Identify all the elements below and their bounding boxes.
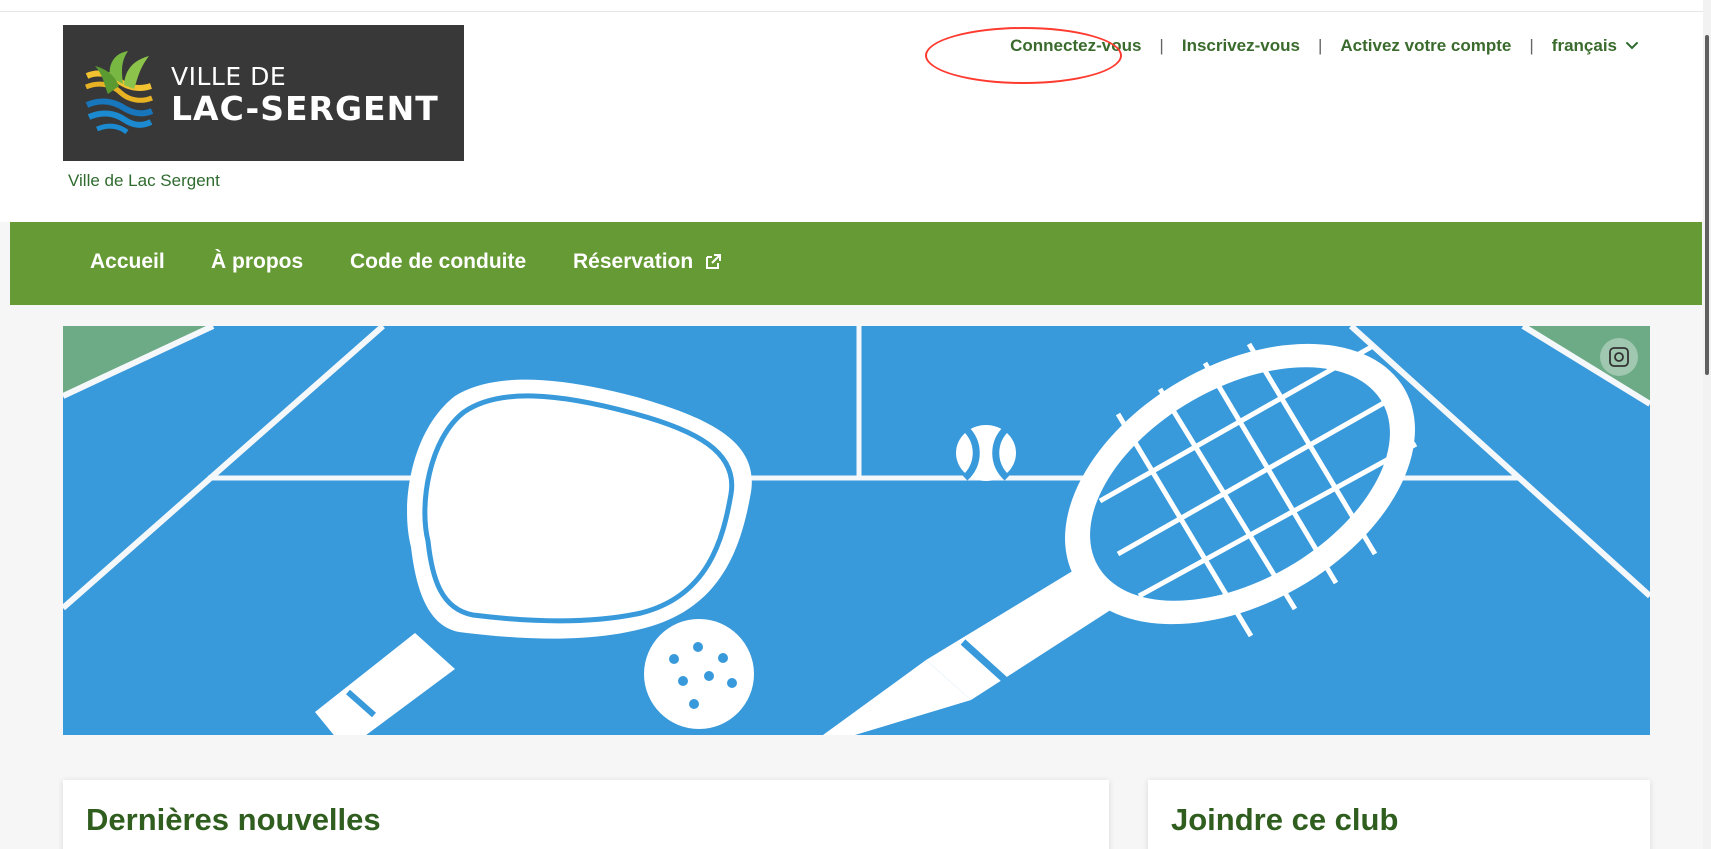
language-label: français: [1551, 36, 1617, 55]
nav-reservation-label: Réservation: [573, 250, 694, 273]
join-club-section: Joindre ce club: [1148, 780, 1650, 849]
top-divider: [0, 11, 1711, 12]
page: VILLE DE LAC-SERGENT Ville de Lac Sergen…: [0, 0, 1711, 849]
hero-image: [63, 326, 1650, 735]
pickleball-icon: [644, 619, 754, 729]
separator: |: [1529, 36, 1534, 55]
nav-item-about[interactable]: À propos: [211, 250, 303, 274]
nav-item-reservation[interactable]: Réservation: [573, 250, 722, 274]
lake-logo-icon: [85, 51, 153, 135]
logo-line-1: VILLE DE: [171, 62, 287, 91]
language-selector[interactable]: français: [1552, 36, 1639, 56]
join-club-title: Joindre ce club: [1171, 802, 1399, 837]
activate-account-link[interactable]: Activez votre compte: [1340, 36, 1511, 56]
latest-news-title: Dernières nouvelles: [86, 802, 381, 837]
main-navigation: Accueil À propos Code de conduite Réserv…: [10, 222, 1702, 305]
court-illustration: [63, 326, 1650, 735]
separator: |: [1317, 36, 1323, 55]
tennis-ball-icon: [956, 425, 1016, 481]
register-link[interactable]: Inscrivez-vous: [1182, 36, 1300, 56]
camera-icon[interactable]: [1600, 338, 1638, 376]
header: VILLE DE LAC-SERGENT Ville de Lac Sergen…: [0, 0, 1711, 222]
site-name: Ville de Lac Sergent: [68, 171, 220, 190]
nav-item-home[interactable]: Accueil: [90, 250, 165, 274]
logo-line-2: LAC-SERGENT: [171, 89, 439, 128]
separator: |: [1159, 36, 1164, 55]
login-link[interactable]: Connectez-vous: [1010, 36, 1141, 56]
scrollbar-thumb[interactable]: [1705, 35, 1709, 375]
site-logo[interactable]: VILLE DE LAC-SERGENT: [63, 25, 464, 161]
nav-item-code-of-conduct[interactable]: Code de conduite: [350, 250, 526, 274]
external-link-icon: [706, 254, 722, 269]
chevron-down-icon: [1626, 42, 1638, 50]
latest-news-section: Dernières nouvelles: [63, 780, 1109, 849]
account-nav: Connectez-vous | Inscrivez-vous | Active…: [1010, 36, 1639, 56]
